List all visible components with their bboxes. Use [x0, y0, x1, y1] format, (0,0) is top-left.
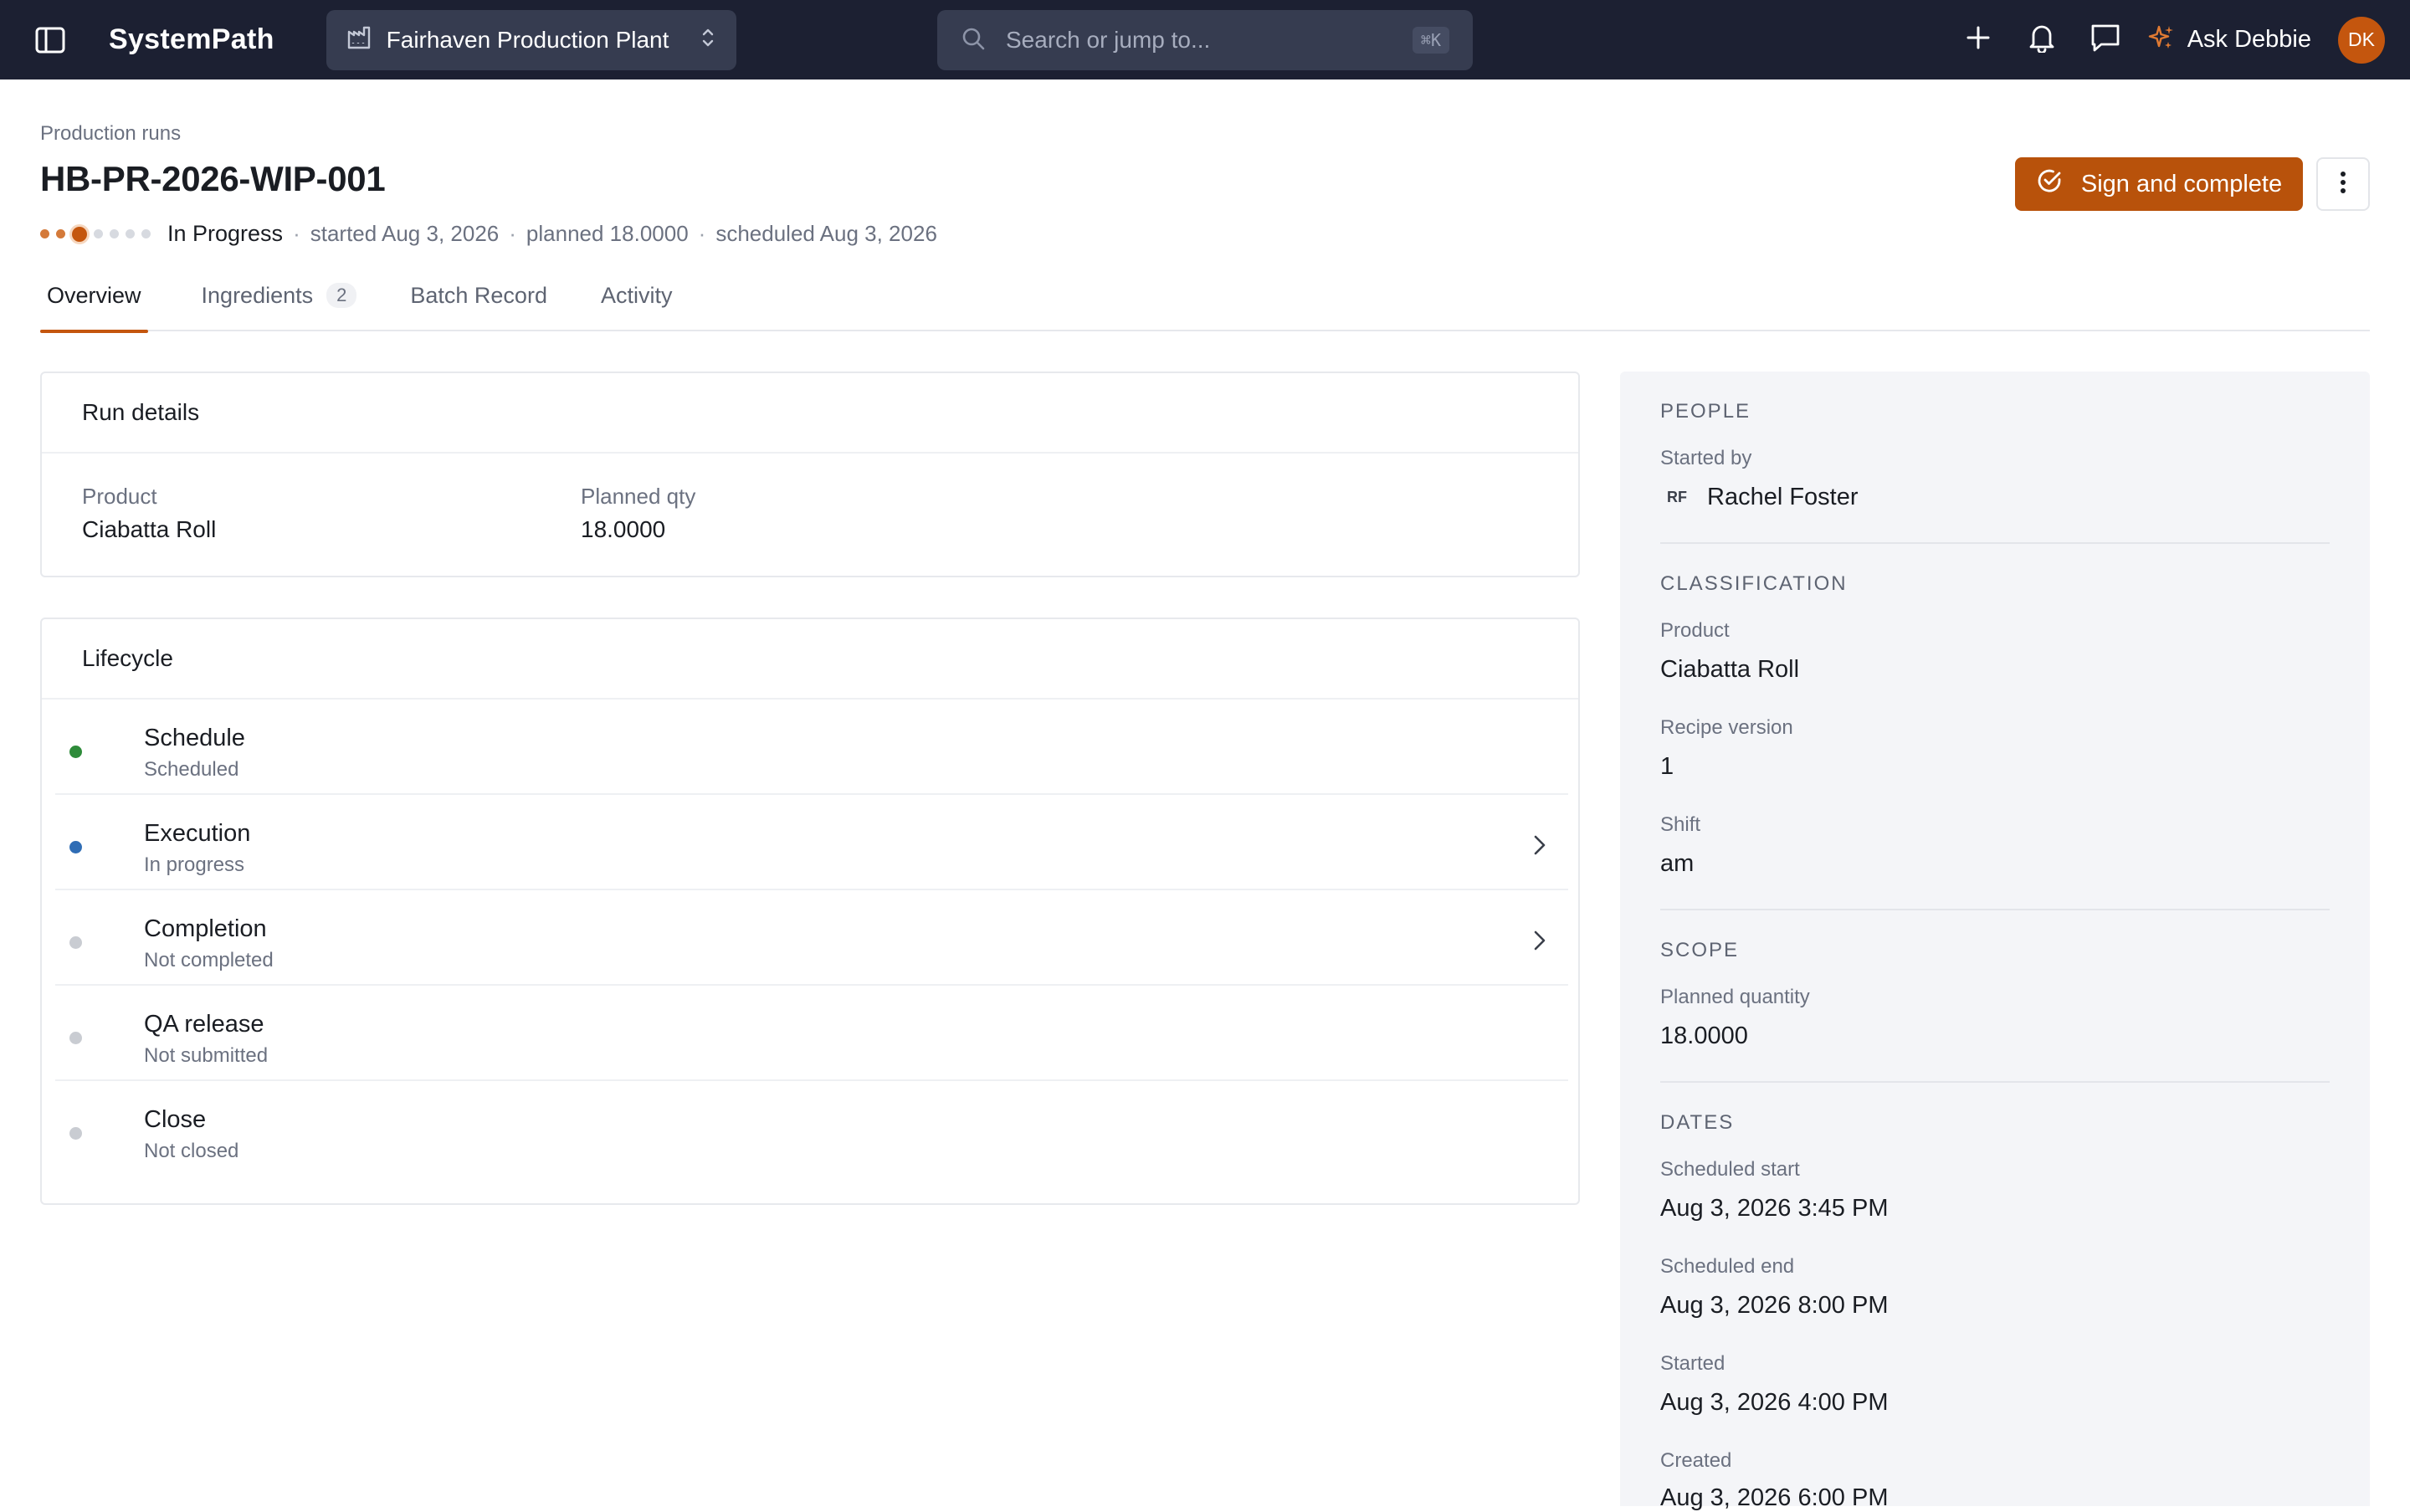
ask-debbie-label: Ask Debbie [2187, 26, 2311, 53]
scheduled-meta: scheduled Aug 3, 2026 [715, 221, 937, 246]
sidebar-toggle-icon[interactable] [33, 23, 67, 57]
lifecycle-step-completion[interactable]: Completion Not completed [55, 890, 1568, 986]
started-value: Aug 3, 2026 4:00 PM [1660, 1389, 1889, 1416]
chevron-right-icon[interactable] [1523, 828, 1556, 862]
lifecycle-step-close: Close Not closed [55, 1081, 1568, 1176]
progress-dot [56, 229, 65, 238]
progress-dot [141, 229, 151, 238]
scheduled-start-value: Aug 3, 2026 3:45 PM [1660, 1195, 1889, 1222]
details-side-panel: PEOPLE Started by RF Rachel Foster CLASS… [1620, 372, 2370, 1511]
tab-activity[interactable]: Activity [601, 268, 673, 331]
status-text: In Progress [167, 221, 284, 246]
planned-quantity-value: 18.0000 [1660, 1023, 1748, 1049]
chat-icon [2090, 23, 2121, 57]
top-bar: SystemPath Fairhaven Production Plant ⌘K [0, 0, 2410, 79]
chevron-right-icon[interactable] [1523, 924, 1556, 957]
tab-bar: Overview Ingredients 2 Batch Record Activ… [40, 268, 2370, 333]
progress-dot [126, 229, 135, 238]
bell-icon [2028, 23, 2056, 57]
plant-name: Fairhaven Production Plant [386, 26, 669, 53]
status-dot [69, 746, 82, 758]
plus-icon [1965, 24, 1992, 55]
product-field: Product Ciabatta Roll [82, 484, 217, 542]
sign-and-complete-label: Sign and complete [2080, 170, 2283, 197]
ask-debbie-button[interactable]: Ask Debbie [2147, 23, 2311, 56]
run-details-card: Run details Product Ciabatta Roll Planne… [40, 372, 1580, 577]
started-meta: started Aug 3, 2026 [310, 221, 500, 246]
messages-button[interactable] [2074, 8, 2137, 72]
progress-dot [110, 229, 119, 238]
kebab-icon [2340, 171, 2346, 198]
page-title: HB-PR-2026-WIP-001 [40, 159, 386, 198]
plant-selector[interactable]: Fairhaven Production Plant [326, 9, 736, 70]
ingredients-count-badge: 2 [326, 283, 357, 308]
progress-dot-current [72, 226, 87, 242]
user-avatar[interactable]: DK [2338, 16, 2385, 64]
people-section-title: PEOPLE [1660, 400, 1751, 423]
run-meta: In Progress · started Aug 3, 2026 · plan… [40, 221, 937, 247]
lifecycle-step-schedule: Schedule Scheduled [55, 700, 1568, 795]
brand-logo[interactable]: SystemPath [109, 23, 274, 56]
progress-dot [94, 229, 103, 238]
progress-dot [40, 229, 49, 238]
dates-section-title: DATES [1660, 1111, 1735, 1134]
shift-value: am [1660, 850, 1695, 877]
tab-overview[interactable]: Overview [40, 268, 148, 333]
classification-section-title: CLASSIFICATION [1660, 572, 1848, 595]
sign-and-complete-button[interactable]: Sign and complete [2015, 157, 2303, 211]
search-icon [961, 26, 986, 55]
planned-qty-value: 18.0000 [581, 516, 666, 542]
planned-meta: planned 18.0000 [526, 221, 689, 246]
lifecycle-card: Lifecycle Schedule Scheduled Execution I… [40, 618, 1580, 1205]
scope-section-title: SCOPE [1660, 939, 1740, 961]
sparkle-icon [2147, 23, 2176, 56]
status-dot [69, 1127, 82, 1140]
breadcrumb[interactable]: Production runs [40, 122, 181, 146]
product-value: Ciabatta Roll [82, 516, 217, 542]
chevron-up-down-icon [700, 26, 716, 54]
started-by-name[interactable]: Rachel Foster [1707, 484, 1859, 511]
tab-ingredients[interactable]: Ingredients 2 [202, 268, 357, 331]
more-actions-button[interactable] [2316, 157, 2370, 211]
notifications-button[interactable] [2010, 8, 2074, 72]
search-box[interactable]: ⌘K [937, 10, 1473, 70]
recipe-version-value: 1 [1660, 753, 1674, 780]
tab-batch-record[interactable]: Batch Record [410, 268, 547, 331]
search-shortcut: ⌘K [1412, 27, 1449, 54]
side-product-value: Ciabatta Roll [1660, 656, 1800, 683]
search-input[interactable] [1006, 27, 1392, 54]
run-details-title: Run details [42, 373, 1578, 454]
status-dot [69, 936, 82, 949]
status-dot [69, 841, 82, 853]
add-button[interactable] [1946, 8, 2010, 72]
check-circle-icon [2036, 167, 2063, 201]
factory-icon [346, 25, 372, 54]
progress-dots [40, 226, 151, 242]
status-dot [69, 1032, 82, 1044]
lifecycle-step-qa-release: QA release Not submitted [55, 986, 1568, 1081]
lifecycle-title: Lifecycle [42, 619, 1578, 700]
created-value: Aug 3, 2026 6:00 PM [1660, 1484, 1889, 1511]
avatar: RF [1667, 489, 1687, 505]
scheduled-end-value: Aug 3, 2026 8:00 PM [1660, 1292, 1889, 1319]
planned-qty-field: Planned qty 18.0000 [581, 484, 696, 542]
lifecycle-step-execution[interactable]: Execution In progress [55, 795, 1568, 890]
